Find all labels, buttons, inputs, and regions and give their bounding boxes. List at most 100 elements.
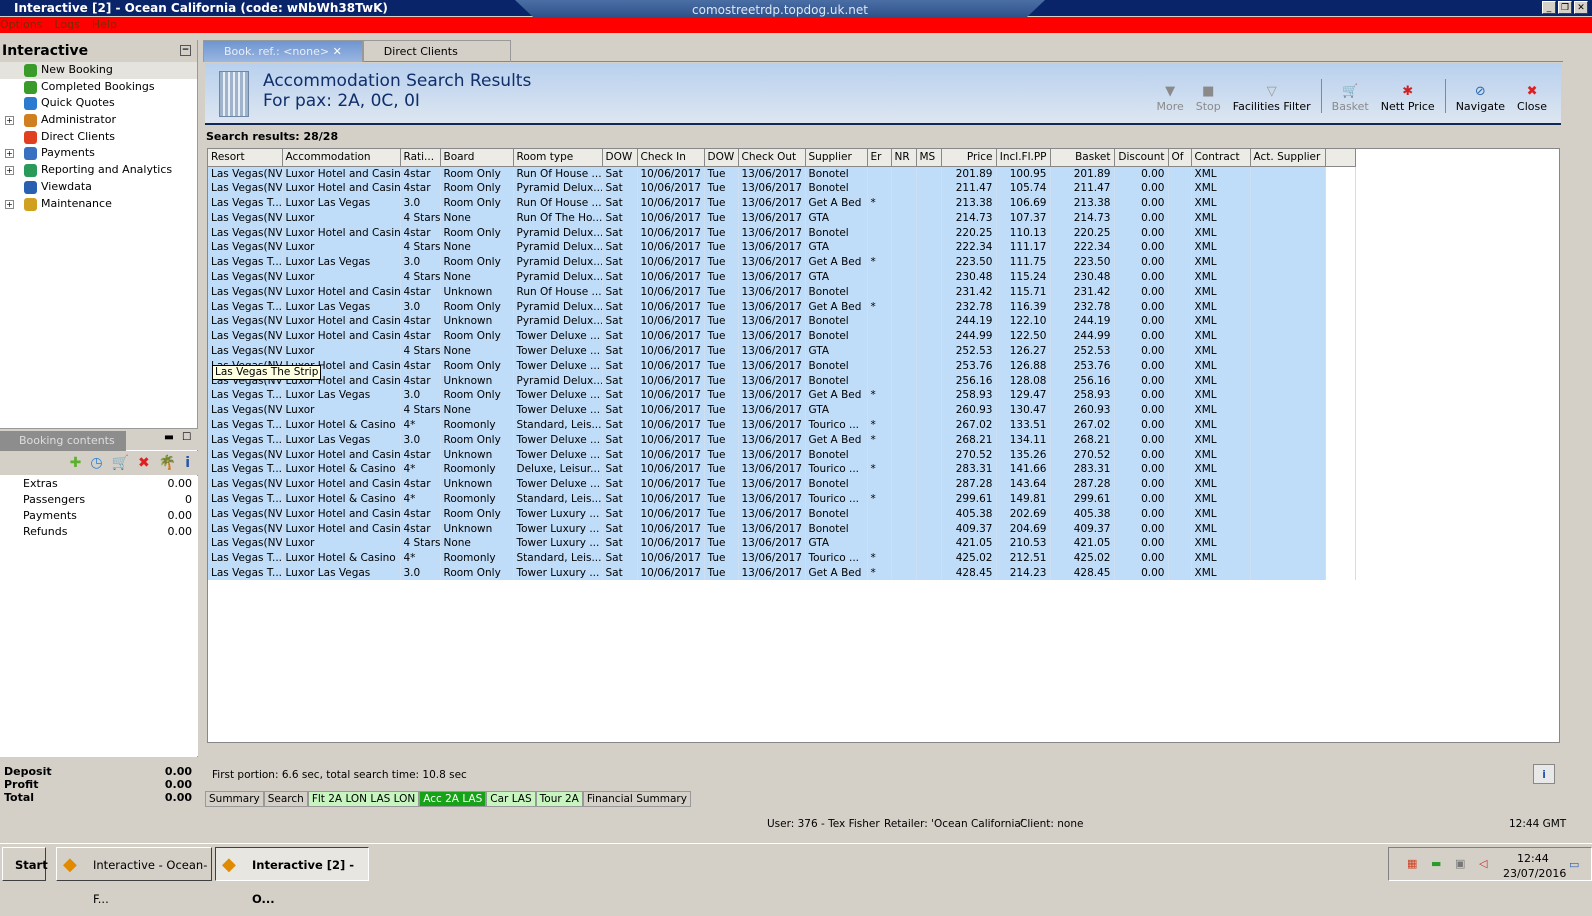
table-row[interactable]: Las Vegas(NV) Luxor 4 Stars None Pyramid Del… (208, 239, 1356, 255)
column-header-incl-fl-pp[interactable]: Incl.Fl.PP (996, 149, 1051, 167)
info-icon[interactable]: i (185, 455, 190, 471)
table-row[interactable]: Las Vegas(NV)Luxor Hotel and Casino4star… (208, 180, 1356, 196)
table-row[interactable]: Las Vegas(NV)Luxor Hotel and Casino4star… (208, 521, 1356, 536)
menu-options[interactable]: Options (0, 17, 42, 33)
taskbar-item-active[interactable]: ◆ Interactive [2] - O... (215, 847, 369, 906)
sidebar-item-administrator[interactable]: + Administrator (0, 112, 197, 129)
column-header-supplier[interactable]: Supplier (805, 149, 868, 167)
stop-button[interactable]: ■ Stop (1190, 84, 1227, 113)
close-window-button[interactable]: ✕ (1574, 1, 1588, 14)
table-row[interactable]: Las Vegas(NV)Luxor Hotel and Casino4star… (208, 506, 1356, 522)
table-row[interactable]: Las Vegas T... Luxor Hotel & Casino 4* Room… (208, 550, 1356, 566)
show-desktop-icon[interactable]: ▭ (1569, 858, 1579, 871)
facilities-filter-button[interactable]: ▽ Facilities Filter (1227, 84, 1317, 113)
table-row[interactable]: Las Vegas(NV) Luxor 4 Stars None Tower Delux… (208, 402, 1356, 418)
sidebar-item-viewdata[interactable]: Viewdata (0, 179, 197, 196)
tab-booking-ref[interactable]: Book. ref.: <none> ✕ (203, 40, 363, 62)
column-header-board[interactable]: Board (440, 149, 514, 167)
expand-icon[interactable]: + (5, 116, 14, 126)
taskbar-item[interactable]: ◆ Interactive - Ocean-F... (56, 847, 212, 906)
clock-time[interactable]: 12:44 (1517, 852, 1549, 865)
antivirus-icon[interactable]: ▦ (1407, 857, 1417, 870)
sidebar-item-direct-clients[interactable]: Direct Clients (0, 129, 197, 146)
network-icon[interactable]: ▣ (1455, 857, 1465, 870)
bottom-tab-tour-2a[interactable]: Tour 2A (535, 791, 583, 807)
column-header-price[interactable]: Price (941, 149, 997, 167)
column-header-contract[interactable]: Contract (1191, 149, 1251, 167)
table-row[interactable]: Las Vegas(NV)Luxor Hotel and Casino4star… (208, 313, 1356, 329)
table-row[interactable]: Las Vegas T... Luxor Las Vegas 3.0 Room Onl… (208, 565, 1356, 581)
column-header-of[interactable]: Of (1168, 149, 1192, 167)
add-icon[interactable]: ✚ (70, 455, 82, 471)
info-button[interactable]: i (1533, 764, 1555, 784)
booking-contents-tab[interactable]: Booking contents ✕ (0, 431, 126, 467)
column-header-act-supplier[interactable]: Act. Supplier (1250, 149, 1326, 167)
sidebar-item-reporting-and-analytics[interactable]: + Reporting and Analytics (0, 162, 197, 179)
start-button[interactable]: Start (2, 847, 48, 881)
menu-logs[interactable]: Logs (54, 17, 79, 33)
delete-icon[interactable]: ✖ (138, 455, 150, 471)
sidebar-item-completed-bookings[interactable]: Completed Bookings (0, 79, 197, 96)
table-row[interactable]: Las Vegas T... Luxor Las Vegas 3.0 Room Onl… (208, 299, 1356, 314)
table-row[interactable]: Las Vegas(NV)Luxor Hotel and Casino4star… (208, 358, 1356, 374)
table-row[interactable]: Las Vegas(NV) Luxor 4 Stars None Run Of The … (208, 210, 1356, 226)
navigate-button[interactable]: ⊘ Navigate (1450, 84, 1511, 113)
table-row[interactable]: Las Vegas T... Luxor Las Vegas 3.0 Room Onl… (208, 195, 1356, 211)
maximize-panel-icon[interactable]: ☐ (182, 431, 191, 443)
restore-button[interactable]: ❐ (1558, 1, 1572, 14)
table-row[interactable]: Las Vegas T... Luxor Las Vegas 3.0 Room Onl… (208, 387, 1356, 403)
table-row[interactable]: Las Vegas(NV)Luxor Hotel and Casino4star… (208, 166, 1356, 181)
table-row[interactable]: Las Vegas(NV) Luxor 4 Stars None Tower Delux… (208, 343, 1356, 359)
minimize-panel-icon[interactable]: ▬ (164, 431, 174, 443)
cart-transfer-icon[interactable]: 🛒 (112, 455, 129, 471)
sidebar-item-new-booking[interactable]: New Booking (0, 62, 197, 79)
refresh-clock-icon[interactable]: ◷ (90, 455, 102, 471)
results-grid[interactable]: Resort Accommodation Rati... Board Room type… (207, 148, 1560, 743)
expand-icon[interactable]: + (5, 166, 14, 176)
table-row[interactable]: Las Vegas T... Luxor Hotel & Casino 4* Room… (208, 417, 1356, 433)
table-row[interactable]: Las Vegas(NV)Luxor Hotel and Casino4star… (208, 373, 1356, 388)
minimize-button[interactable]: _ (1542, 1, 1556, 14)
expand-icon[interactable]: + (5, 199, 14, 209)
sidebar-item-quick-quotes[interactable]: Quick Quotes (0, 95, 197, 112)
bottom-tab-car-las[interactable]: Car LAS (486, 791, 536, 807)
bottom-tab-acc-2a-las[interactable]: Acc 2A LAS (419, 791, 487, 807)
column-header-dow[interactable]: DOW (704, 149, 739, 167)
column-header-dow[interactable]: DOW (602, 149, 638, 167)
table-row[interactable]: Las Vegas(NV)Luxor Hotel and Casino4star… (208, 284, 1356, 300)
more-button[interactable]: ▼ More (1150, 84, 1189, 113)
column-header-room-type[interactable]: Room type (513, 149, 603, 167)
table-row[interactable]: Las Vegas(NV) Luxor 4 Stars None Pyramid Del… (208, 269, 1356, 285)
column-header-resort[interactable]: Resort (208, 149, 283, 167)
palm-island-icon[interactable]: 🌴 (159, 455, 176, 471)
table-row[interactable]: Las Vegas T... Luxor Las Vegas 3.0 Room Onl… (208, 254, 1356, 270)
bottom-tab-search[interactable]: Search (263, 791, 308, 807)
sidebar-item-payments[interactable]: + Payments (0, 145, 197, 162)
column-header-nr[interactable]: NR (891, 149, 917, 167)
network-card-icon[interactable]: ▬ (1431, 857, 1441, 870)
table-row[interactable]: Las Vegas(NV)Luxor Hotel and Casino4star… (208, 225, 1356, 240)
column-header-er[interactable]: Er (867, 149, 892, 167)
nett-price-button[interactable]: ✱ Nett Price (1375, 84, 1441, 113)
column-header-discount[interactable]: Discount (1114, 149, 1169, 167)
tab-direct-clients-search[interactable]: Direct Clients Search (362, 40, 511, 80)
collapse-icon[interactable]: − (180, 45, 191, 56)
column-header-basket[interactable]: Basket (1050, 149, 1115, 167)
bottom-tab-flt-2a-lon-las-lon[interactable]: Flt 2A LON LAS LON (307, 791, 420, 807)
close-button[interactable]: ✖ Close (1511, 84, 1553, 113)
table-row[interactable]: Las Vegas T... Luxor Hotel & Casino 4* Room… (208, 491, 1356, 507)
column-header-check-in[interactable]: Check In (637, 149, 705, 167)
column-header-ms[interactable]: MS (916, 149, 942, 167)
table-row[interactable]: Las Vegas(NV) Luxor 4 Stars None Tower Luxur… (208, 535, 1356, 551)
column-header-accommodation[interactable]: Accommodation (282, 149, 401, 167)
bottom-tab-summary[interactable]: Summary (205, 791, 264, 807)
basket-button[interactable]: 🛒 Basket (1326, 84, 1375, 113)
table-row[interactable]: Las Vegas(NV)Luxor Hotel and Casino4star… (208, 476, 1356, 492)
menu-help[interactable]: Help (92, 17, 117, 33)
table-row[interactable]: Las Vegas T... Luxor Las Vegas 3.0 Room Onl… (208, 432, 1356, 448)
expand-icon[interactable]: + (5, 149, 14, 159)
column-header-rati[interactable]: Rati... (400, 149, 441, 167)
clock-date[interactable]: 23/07/2016 (1503, 867, 1566, 880)
table-row[interactable]: Las Vegas T... Luxor Hotel & Casino 4* Room… (208, 461, 1356, 477)
sidebar-item-maintenance[interactable]: + Maintenance (0, 196, 197, 213)
